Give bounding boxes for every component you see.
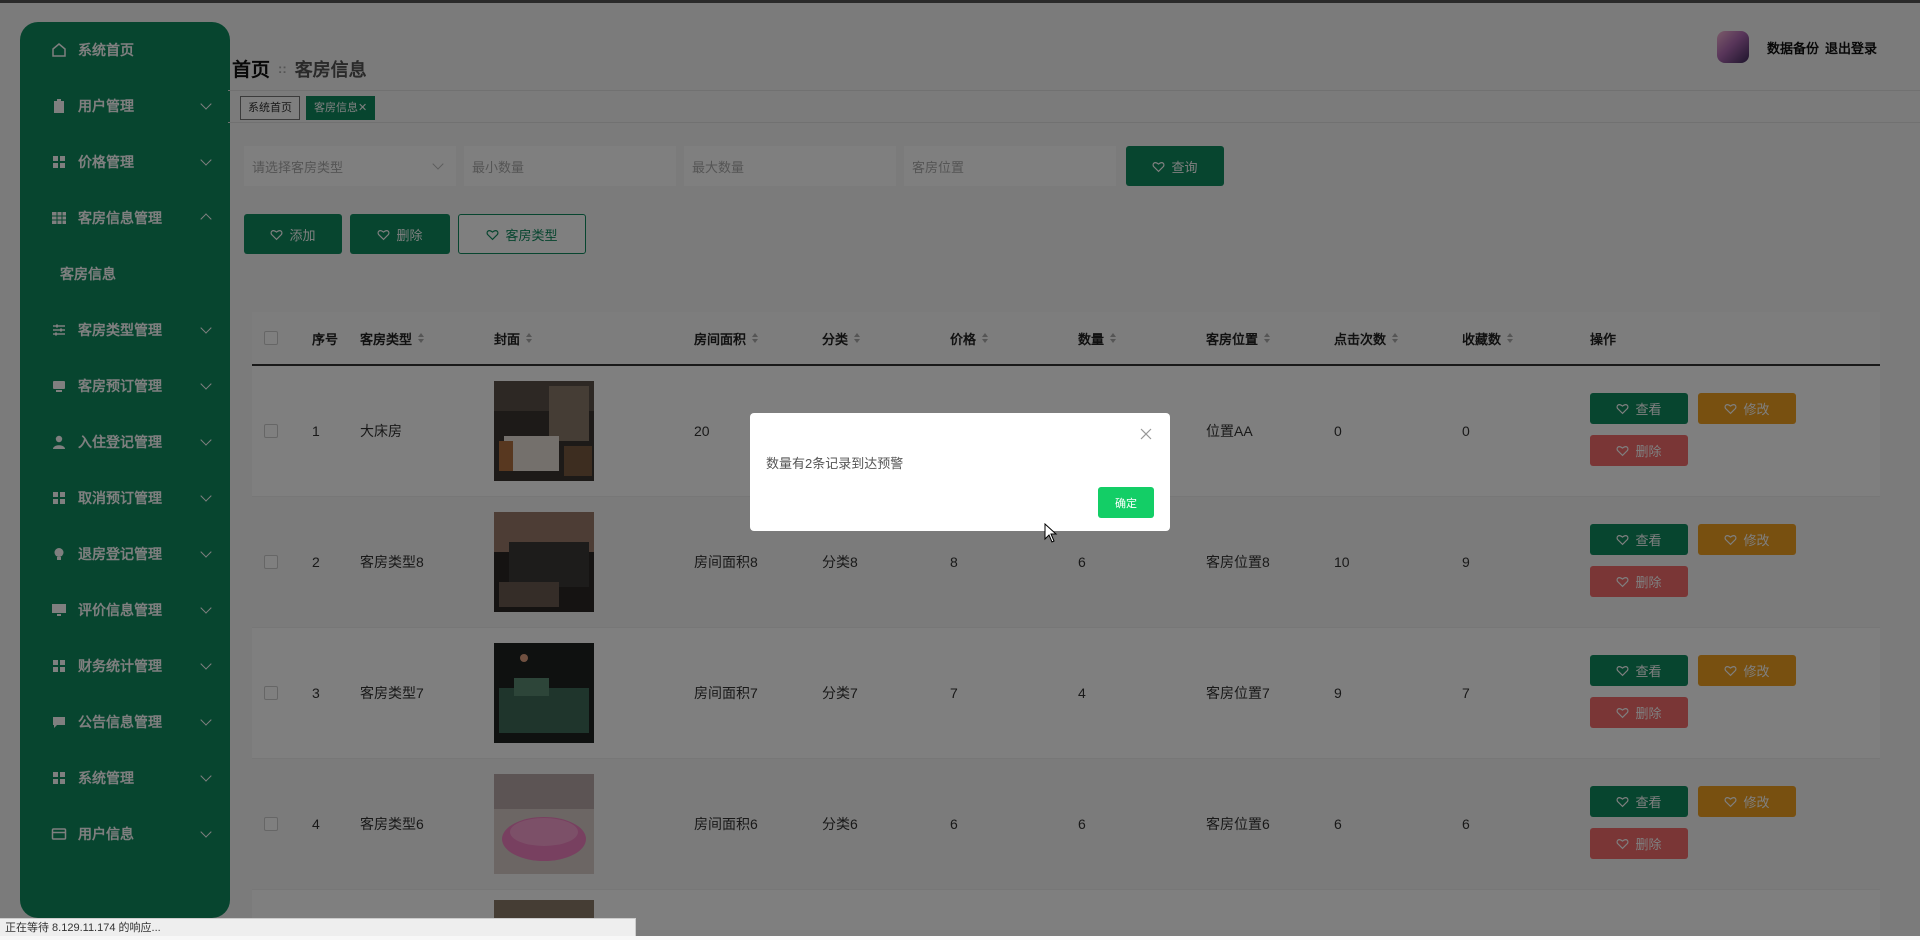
mouse-cursor-icon (1044, 523, 1058, 543)
confirm-button[interactable]: 确定 (1098, 487, 1154, 518)
alert-dialog: 数量有2条记录到达预警 确定 (750, 413, 1170, 531)
browser-status-bar: 正在等待 8.129.11.174 的响应... (0, 918, 636, 936)
close-icon[interactable] (1140, 428, 1152, 440)
dialog-message: 数量有2条记录到达预警 (766, 456, 904, 471)
